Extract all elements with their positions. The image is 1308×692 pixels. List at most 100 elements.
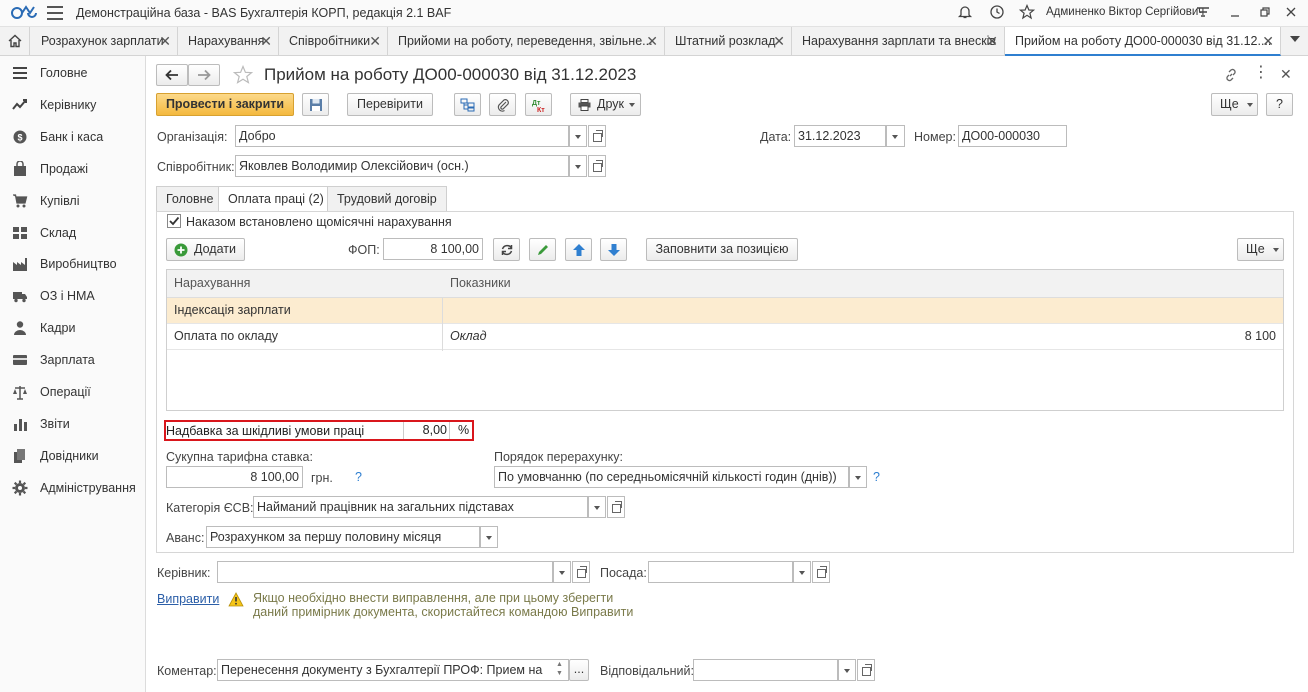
recalc-field[interactable]: По умовчанню (по середньомісячній кілько… (494, 466, 849, 488)
tab-accruals[interactable]: Нарахування ✕ (178, 27, 279, 55)
link-icon[interactable] (1223, 67, 1239, 83)
forward-button[interactable] (188, 64, 220, 86)
position-open-icon[interactable] (812, 561, 830, 583)
tab-payroll-accrual[interactable]: Нарахування зарплати та внесків ✕ (792, 27, 1005, 55)
tab-main[interactable]: Головне (156, 186, 224, 211)
chevron-down-icon[interactable] (1290, 36, 1300, 42)
arrow-up-icon[interactable] (565, 238, 592, 261)
edit-pencil-icon[interactable] (529, 238, 556, 261)
date-field[interactable]: 31.12.2023 (794, 125, 886, 147)
employee-dropdown[interactable] (569, 155, 587, 177)
responsible-field[interactable] (693, 659, 838, 681)
close-icon[interactable]: ✕ (773, 27, 785, 55)
sidebar-item[interactable]: Адміністрування (0, 474, 146, 502)
organization-dropdown[interactable] (569, 125, 587, 147)
close-icon[interactable]: ✕ (986, 27, 998, 55)
close-window-icon[interactable] (1282, 4, 1300, 22)
bell-icon[interactable] (956, 4, 974, 22)
employee-open-icon[interactable] (588, 155, 606, 177)
tariff-field[interactable]: 8 100,00 (166, 466, 303, 488)
tab-employees[interactable]: Співробітники ✕ (279, 27, 388, 55)
close-icon[interactable]: ✕ (646, 27, 658, 55)
sidebar-item[interactable]: Довідники (0, 442, 146, 470)
sidebar-item[interactable]: Операції (0, 378, 146, 406)
number-field[interactable]: ДО00-000030 (958, 125, 1067, 147)
head-field[interactable] (217, 561, 553, 583)
sidebar-item[interactable]: Керівнику (0, 91, 146, 119)
tab-staff-schedule[interactable]: Штатний розклад ✕ (665, 27, 792, 55)
settings-icon[interactable] (1194, 4, 1212, 22)
sidebar-item[interactable]: Кадри (0, 314, 146, 342)
close-icon[interactable]: ✕ (369, 27, 381, 55)
minimize-icon[interactable] (1226, 4, 1244, 22)
close-icon[interactable]: ✕ (1262, 27, 1274, 54)
tab-hirings[interactable]: Прийоми на роботу, переведення, звільне.… (388, 27, 665, 55)
tab-hire-document[interactable]: Прийом на роботу ДО00-000030 від 31.12..… (1005, 27, 1281, 56)
recalc-help-icon[interactable]: ? (873, 470, 880, 484)
comment-more-button[interactable]: ... (569, 659, 589, 681)
position-field[interactable] (648, 561, 793, 583)
back-button[interactable] (156, 64, 188, 86)
position-dropdown[interactable] (793, 561, 811, 583)
tab-payroll-calc[interactable]: Розрахунок зарплати ✕ (31, 27, 178, 55)
calendar-icon[interactable] (886, 125, 905, 147)
esv-dropdown[interactable] (588, 496, 606, 518)
refresh-icon[interactable] (493, 238, 520, 261)
organization-open-icon[interactable] (588, 125, 606, 147)
head-open-icon[interactable] (572, 561, 590, 583)
sidebar-item[interactable]: Продажі (0, 155, 146, 183)
sidebar-item[interactable]: Виробництво (0, 250, 146, 278)
recalc-dropdown[interactable] (849, 466, 867, 488)
advance-dropdown[interactable] (480, 526, 498, 548)
tab-labor-contract[interactable]: Трудовий договір (327, 186, 447, 211)
sidebar-item[interactable]: $ Банк і каса (0, 123, 146, 151)
add-button[interactable]: Додати (166, 238, 245, 261)
organization-field[interactable]: Добро (235, 125, 569, 147)
table-row[interactable]: Індексація зарплати (167, 298, 1283, 324)
save-icon[interactable] (302, 93, 329, 116)
advance-field[interactable]: Розрахунком за першу половину місяця (206, 526, 480, 548)
sidebar-item[interactable]: Головне (0, 59, 146, 87)
more-button[interactable]: Ще (1211, 93, 1258, 116)
responsible-dropdown[interactable] (838, 659, 856, 681)
home-icon[interactable] (0, 27, 30, 55)
fop-field[interactable]: 8 100,00 (383, 238, 483, 260)
post-and-close-button[interactable]: Провести і закрити (156, 93, 294, 116)
star-icon[interactable] (1018, 3, 1036, 22)
logo-icon[interactable] (10, 5, 38, 21)
close-icon[interactable]: ✕ (1280, 66, 1292, 83)
favorite-star-icon[interactable] (233, 65, 253, 85)
sidebar-item[interactable]: Звіти (0, 410, 146, 438)
esv-field[interactable]: Найманий працівник на загальних підстава… (253, 496, 588, 518)
tariff-help-icon[interactable]: ? (355, 470, 362, 484)
main-menu-icon[interactable] (47, 6, 63, 20)
employee-field[interactable]: Яковлев Володимир Олексійович (осн.) (235, 155, 569, 177)
close-icon[interactable]: ✕ (260, 27, 272, 55)
arrow-down-icon[interactable] (600, 238, 627, 261)
sidebar-item[interactable]: Купівлі (0, 187, 146, 215)
fill-by-position-button[interactable]: Заповнити за позицією (646, 238, 798, 261)
help-button[interactable]: ? (1266, 93, 1293, 116)
column-header-accrual[interactable]: Нарахування (174, 276, 250, 290)
restore-icon[interactable] (1256, 4, 1274, 22)
user-name[interactable]: Админенко Віктор Сергійович (1046, 6, 1204, 18)
table-row[interactable]: Оплата по окладу Оклад 8 100 (167, 324, 1283, 350)
monthly-accruals-checkbox[interactable] (167, 214, 181, 228)
history-icon[interactable] (988, 4, 1006, 22)
comment-field[interactable]: Перенесення документу з Бухгалтерії ПРОФ… (217, 659, 569, 681)
more-vertical-icon[interactable]: ⋮ (1253, 65, 1269, 81)
check-button[interactable]: Перевірити (347, 93, 433, 116)
responsible-open-icon[interactable] (857, 659, 875, 681)
column-header-indicators[interactable]: Показники (450, 276, 511, 290)
debit-credit-icon[interactable]: Дт Кт (525, 93, 552, 116)
grid-more-button[interactable]: Ще (1237, 238, 1284, 261)
head-dropdown[interactable] (553, 561, 571, 583)
esv-open-icon[interactable] (607, 496, 625, 518)
close-icon[interactable]: ✕ (159, 27, 171, 55)
tab-payment[interactable]: Оплата праці (2) (218, 186, 334, 212)
hazard-allowance-field[interactable]: 8,00 (405, 423, 447, 437)
correct-link[interactable]: Виправити (157, 592, 219, 606)
sidebar-item[interactable]: ОЗ і НМА (0, 282, 146, 310)
comment-spinner[interactable]: ▲ ▼ (556, 660, 563, 678)
print-button[interactable]: Друк (570, 93, 641, 116)
